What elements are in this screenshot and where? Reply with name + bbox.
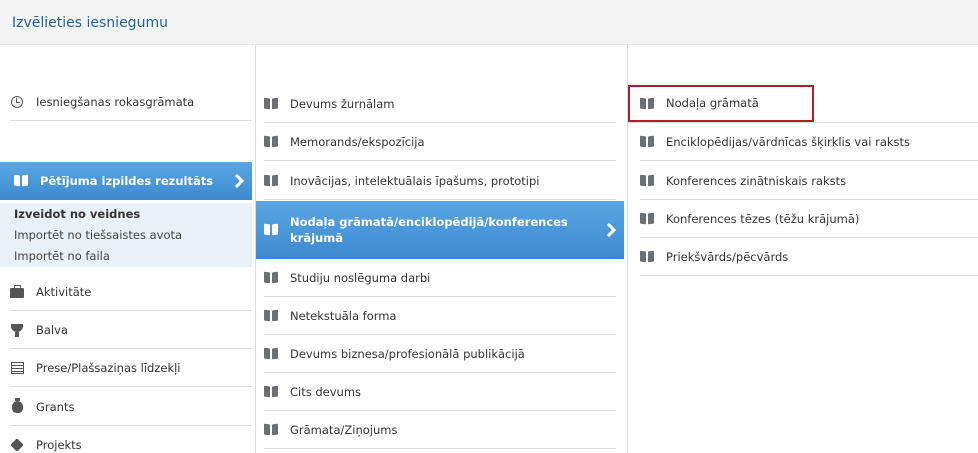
sidebar-item-label: Prese/Plašsaziņas līdzekļi — [36, 360, 181, 375]
type-column: Devums žurnālam Memorands/ekspozīcija In… — [255, 45, 624, 453]
import-file-link[interactable]: Importēt no faila — [14, 249, 110, 263]
trophy-icon — [10, 323, 24, 337]
sidebar-item-label: Balva — [36, 322, 68, 337]
book-icon — [640, 250, 654, 264]
sidebar-item-research-output[interactable]: Pētījuma izpildes rezultāts — [0, 162, 252, 200]
category-column: Iesniegšanas rokasgrāmata Pētījuma izpil… — [0, 45, 252, 453]
list-item-label: Studiju noslēguma darbi — [290, 270, 431, 285]
list-item-conference-abstract[interactable]: Konferences tēzes (tēžu krājumā) — [640, 200, 978, 238]
book-icon — [264, 223, 278, 237]
sidebar-item-label: Grants — [36, 399, 75, 414]
sidebar-item-press[interactable]: Prese/Plašsaziņas līdzekļi — [10, 349, 252, 387]
list-item-business-publication[interactable]: Devums biznesa/profesionālā publikācijā — [264, 335, 616, 373]
list-item-label: Netekstuāla forma — [290, 308, 397, 323]
list-item-label: Enciklopēdijas/vārdnīcas šķirklis vai ra… — [666, 134, 911, 149]
list-item-label: Priekšvārds/pēcvārds — [666, 249, 789, 264]
import-online-link[interactable]: Importēt no tiešsaistes avota — [14, 228, 182, 242]
sidebar-item-label: Pētījuma izpildes rezultāts — [40, 173, 214, 188]
list-item-label: Cits devums — [290, 384, 362, 399]
list-item-non-textual[interactable]: Netekstuāla forma — [264, 297, 616, 335]
sidebar-item-guide[interactable]: Iesniegšanas rokasgrāmata — [10, 83, 252, 121]
sidebar-item-grant[interactable]: Grants — [10, 388, 252, 426]
book-icon — [14, 174, 28, 188]
list-item-book-chapter[interactable]: Nodaļa grāmatā/enciklopēdijā/konferences… — [256, 201, 624, 259]
list-item-thesis[interactable]: Studiju noslēguma darbi — [264, 259, 616, 297]
panel-header: Izvēlieties iesniegumu — [0, 0, 978, 45]
create-from-template-link[interactable]: Izveidot no veidnes — [14, 207, 140, 221]
subtype-column: Nodaļa grāmatā Enciklopēdijas/vārdnīcas … — [627, 45, 978, 453]
list-item-chapter-in-book[interactable]: Nodaļa grāmatā — [628, 85, 814, 122]
book-icon — [264, 309, 278, 323]
money-bag-icon — [10, 397, 24, 414]
list-item-other[interactable]: Cits devums — [264, 373, 616, 411]
list-item-memorandum[interactable]: Memorands/ekspozīcija — [264, 123, 616, 161]
list-item-label: Nodaļa grāmatā/enciklopēdijā/konferences… — [290, 214, 568, 245]
list-item-foreword[interactable]: Priekšvārds/pēcvārds — [640, 238, 978, 276]
list-item-book-report[interactable]: Grāmata/Ziņojums — [264, 411, 616, 449]
list-item-label: Konferences tēzes (tēžu krājumā) — [666, 211, 860, 226]
sidebar-item-project[interactable]: Projekts — [10, 426, 252, 453]
chevron-right-icon — [229, 173, 245, 188]
book-icon — [640, 174, 654, 188]
cube-icon — [10, 437, 24, 452]
book-icon — [264, 135, 278, 149]
book-icon — [264, 97, 278, 111]
list-item-journal[interactable]: Devums žurnālam — [264, 85, 616, 123]
briefcase-icon — [10, 284, 24, 299]
book-icon — [640, 212, 654, 226]
list-item-label: Memorands/ekspozīcija — [290, 134, 425, 149]
sidebar-item-label: Projekts — [36, 437, 82, 452]
page-title: Izvēlieties iesniegumu — [12, 15, 168, 31]
sidebar-item-activity[interactable]: Aktivitāte — [10, 273, 252, 311]
list-item-encyclopedia-entry[interactable]: Enciklopēdijas/vārdnīcas šķirklis vai ra… — [640, 123, 978, 161]
book-icon — [264, 174, 278, 188]
press-icon — [10, 361, 24, 375]
list-item-label: Inovācijas, intelektuālais īpašums, prot… — [290, 173, 540, 188]
sidebar-item-label: Iesniegšanas rokasgrāmata — [36, 94, 195, 109]
create-options-menu: Izveidot no veidnes Importēt no tiešsais… — [0, 203, 252, 267]
book-icon — [264, 423, 278, 437]
list-item-label: Nodaļa grāmatā — [666, 96, 759, 110]
list-item-conference-paper[interactable]: Konferences zinātniskais raksts — [640, 162, 978, 200]
list-item-label: Grāmata/Ziņojums — [290, 422, 398, 437]
chevron-right-icon — [601, 222, 617, 237]
book-icon — [640, 96, 654, 110]
list-item-innovation[interactable]: Inovācijas, intelektuālais īpašums, prot… — [264, 162, 616, 200]
book-icon — [264, 271, 278, 285]
list-item-label: Konferences zinātniskais raksts — [666, 173, 847, 188]
book-icon — [264, 347, 278, 361]
history-icon — [10, 95, 24, 109]
book-icon — [264, 385, 278, 399]
sidebar-item-label: Aktivitāte — [36, 284, 92, 299]
list-item-label: Devums biznesa/profesionālā publikācijā — [290, 346, 525, 361]
sidebar-item-award[interactable]: Balva — [10, 311, 252, 349]
list-item-label: Devums žurnālam — [290, 96, 395, 111]
book-icon — [640, 135, 654, 149]
